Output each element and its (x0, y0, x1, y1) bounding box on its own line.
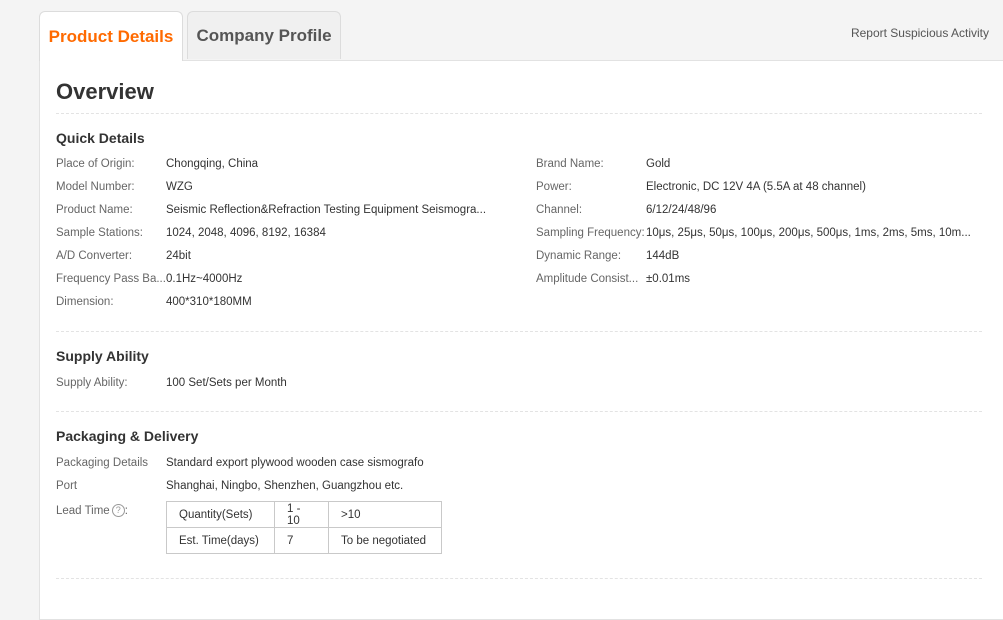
product-details-panel: Overview Quick Details Place of Origin: C… (39, 60, 1003, 620)
table-cell: 7 (274, 527, 329, 554)
detail-label: Power: (536, 181, 572, 193)
detail-value: Electronic, DC 12V 4A (5.5A at 48 channe… (646, 181, 866, 193)
detail-row: Place of Origin: Chongqing, China (56, 156, 496, 172)
detail-label: Lead Time?: (56, 503, 166, 519)
lead-time-table: Quantity(Sets) 1 - 10 >10 Est. Time(days… (166, 501, 442, 554)
detail-row: Packaging Details Standard export plywood… (56, 455, 566, 471)
detail-value: 10μs, 25μs, 50μs, 100μs, 200μs, 500μs, 1… (646, 227, 971, 239)
detail-row: Model Number: WZG (56, 179, 496, 195)
lead-time-row: Lead Time?: (56, 503, 166, 519)
detail-label: Amplitude Consist... (536, 273, 639, 285)
divider (56, 578, 982, 579)
lead-time-label: Lead Time (56, 505, 110, 517)
detail-row: Dimension: 400*310*180MM (56, 294, 496, 310)
divider (56, 331, 982, 332)
detail-label: A/D Converter: (56, 250, 133, 262)
detail-value: 100 Set/Sets per Month (166, 377, 287, 389)
detail-row: Frequency Pass Ba...0.1Hz~4000Hz (56, 271, 496, 287)
tab-company-profile[interactable]: Company Profile (187, 11, 341, 59)
table-row: Quantity(Sets) 1 - 10 >10 (166, 501, 442, 528)
detail-label: Dynamic Range: (536, 250, 622, 262)
report-suspicious-activity-link[interactable]: Report Suspicious Activity (851, 26, 989, 40)
detail-row: Amplitude Consist... ±0.01ms (536, 271, 976, 287)
divider (56, 411, 982, 412)
detail-label: Supply Ability: (56, 377, 128, 389)
table-cell: 1 - 10 (274, 501, 329, 528)
table-cell: Quantity(Sets) (166, 501, 275, 528)
detail-label: Channel: (536, 204, 583, 216)
detail-value: ±0.01ms (646, 273, 691, 285)
detail-row: A/D Converter: 24bit (56, 248, 496, 264)
detail-row: Sampling Frequency:10μs, 25μs, 50μs, 100… (536, 225, 976, 241)
detail-row: Dynamic Range: 144dB (536, 248, 976, 264)
table-cell: To be negotiated (328, 527, 442, 554)
detail-label: Product Name: (56, 204, 133, 216)
detail-label: Frequency Pass Ba... (56, 273, 166, 285)
detail-value: Chongqing, China (166, 158, 259, 170)
page-title: Overview (56, 79, 154, 104)
detail-label: Port (56, 480, 78, 492)
detail-value: Seismic Reflection&Refraction Testing Eq… (166, 204, 487, 216)
detail-value: 1024, 2048, 4096, 8192, 16384 (166, 227, 326, 239)
detail-row: Port Shanghai, Ningbo, Shenzhen, Guangzho… (56, 478, 566, 494)
detail-value: 400*310*180MM (166, 296, 252, 308)
detail-value: Gold (646, 158, 671, 170)
detail-value: Standard export plywood wooden case sism… (166, 457, 424, 469)
detail-value: WZG (166, 181, 193, 193)
lead-time-colon: : (124, 505, 128, 517)
quick-details-title: Quick Details (56, 130, 145, 146)
detail-value: 24bit (166, 250, 191, 262)
detail-label: Brand Name: (536, 158, 604, 170)
detail-label: Place of Origin: (56, 158, 135, 170)
detail-label: Dimension: (56, 296, 114, 308)
detail-label: Model Number: (56, 181, 135, 193)
detail-row: Product Name: Seismic Reflection&Refracti… (56, 202, 496, 218)
table-cell: Est. Time(days) (166, 527, 275, 554)
detail-label: Sample Stations: (56, 227, 143, 239)
help-icon[interactable]: ? (111, 504, 125, 517)
supply-ability-title: Supply Ability (56, 348, 149, 364)
detail-row: Brand Name: Gold (536, 156, 976, 172)
detail-value: 144dB (646, 250, 680, 262)
table-cell: >10 (328, 501, 442, 528)
detail-value: 0.1Hz~4000Hz (166, 273, 243, 285)
tab-product-details[interactable]: Product Details (39, 11, 183, 61)
detail-row: Power: Electronic, DC 12V 4A (5.5A at 48 … (536, 179, 976, 195)
divider (56, 113, 982, 114)
detail-row: Channel: 6/12/24/48/96 (536, 202, 976, 218)
packaging-delivery-title: Packaging & Delivery (56, 428, 199, 444)
detail-value: Shanghai, Ningbo, Shenzhen, Guangzhou et… (166, 480, 404, 492)
detail-label: Packaging Details (56, 457, 149, 469)
detail-value: 6/12/24/48/96 (646, 204, 717, 216)
table-row: Est. Time(days) 7 To be negotiated (166, 527, 442, 554)
detail-row: Sample Stations: 1024, 2048, 4096, 8192, … (56, 225, 496, 241)
detail-row: Supply Ability: 100 Set/Sets per Month (56, 375, 496, 391)
detail-label: Sampling Frequency: (536, 227, 645, 239)
